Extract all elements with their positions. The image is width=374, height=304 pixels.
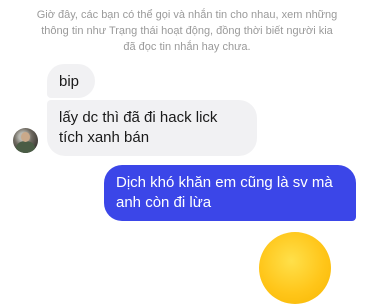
notice-line-1: Giờ đây, các bạn có thể gọi và nhắn tin …	[36, 9, 338, 21]
contact-avatar[interactable]	[13, 128, 38, 153]
notice-line-3: đã đọc tin nhắn hay chưa.	[123, 41, 251, 53]
smiley-emoji-icon	[259, 232, 331, 304]
notice-line-2: thông tin như Trạng thái hoạt động, đồng…	[41, 25, 333, 37]
message-text: bip	[59, 73, 80, 90]
incoming-message[interactable]: lấy dc thì đã đi hack lick tích xanh bán	[47, 100, 257, 156]
message-text: lấy dc thì đã đi hack lick tích xanh bán	[59, 109, 218, 146]
conversation-info-notice: Giờ đây, các bạn có thể gọi và nhắn tin …	[10, 7, 364, 55]
outgoing-message[interactable]: Dịch khó khăn em cũng là sv mà anh còn đ…	[104, 165, 356, 221]
incoming-message[interactable]: bip	[47, 64, 95, 98]
message-text: Dịch khó khăn em cũng là sv mà anh còn đ…	[116, 174, 333, 211]
